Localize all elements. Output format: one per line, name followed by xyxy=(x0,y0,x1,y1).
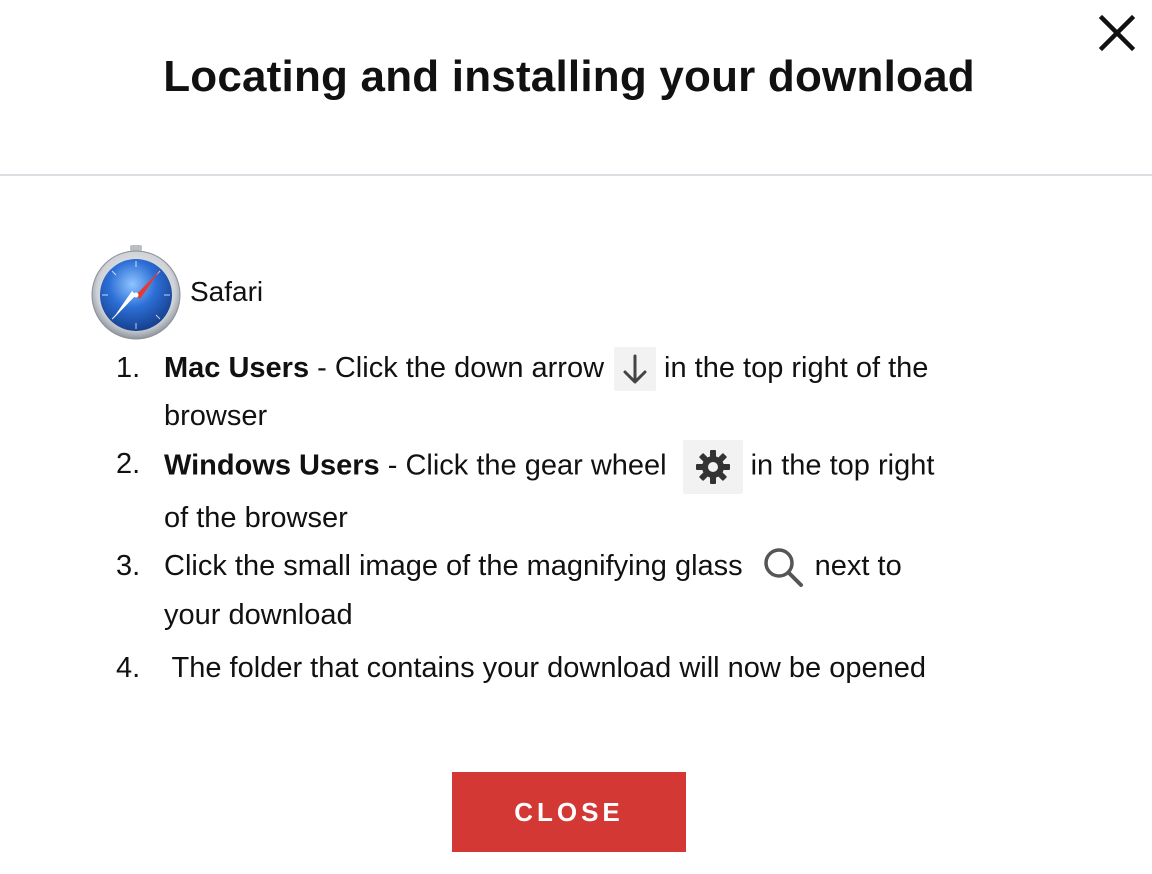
browser-name: Safari xyxy=(190,276,264,307)
list-item: 1. Mac Users - Click the down arrow in th… xyxy=(116,344,1016,440)
down-arrow-icon xyxy=(614,347,657,392)
step-text: next to xyxy=(814,550,902,582)
step-number: 4. xyxy=(116,652,141,684)
download-help-dialog: Locating and installing your download Sa… xyxy=(0,0,1152,874)
step-emphasis: Mac Users xyxy=(164,352,310,384)
step-text: in the top right xyxy=(750,449,935,482)
close-icon[interactable] xyxy=(1098,14,1136,52)
step-emphasis: Windows Users xyxy=(164,449,380,482)
step-number: 3. xyxy=(116,550,141,582)
step-text: of the browser xyxy=(164,502,348,534)
step-text: your download xyxy=(164,599,353,632)
step-number: 1. xyxy=(116,352,141,384)
header-divider xyxy=(0,174,1152,176)
magnifying-glass-icon xyxy=(759,543,807,591)
instruction-list: 1. Mac Users - Click the down arrow in th… xyxy=(116,344,1016,692)
list-item: 2. Windows Users - Click the gear wheel i… xyxy=(116,440,1016,542)
list-item: 3. Click the small image of the magnifyi… xyxy=(116,542,1016,644)
browser-header: Safari xyxy=(90,244,263,340)
step-text: - Click the down arrow xyxy=(309,352,605,384)
step-number: 2. xyxy=(116,448,141,480)
close-button[interactable]: CLOSE xyxy=(452,772,686,852)
step-text: The folder that contains your download w… xyxy=(164,652,927,684)
step-text: - Click the gear wheel xyxy=(379,449,667,482)
list-item: 4. The folder that contains your downloa… xyxy=(116,644,1016,692)
step-text: in the top right of the xyxy=(664,352,929,384)
dialog-title: Locating and installing your download xyxy=(163,52,975,101)
gear-icon xyxy=(682,440,743,494)
safari-compass-icon xyxy=(90,244,182,340)
step-text: browser xyxy=(164,400,268,432)
step-text: Click the small image of the magnifying … xyxy=(164,550,743,582)
